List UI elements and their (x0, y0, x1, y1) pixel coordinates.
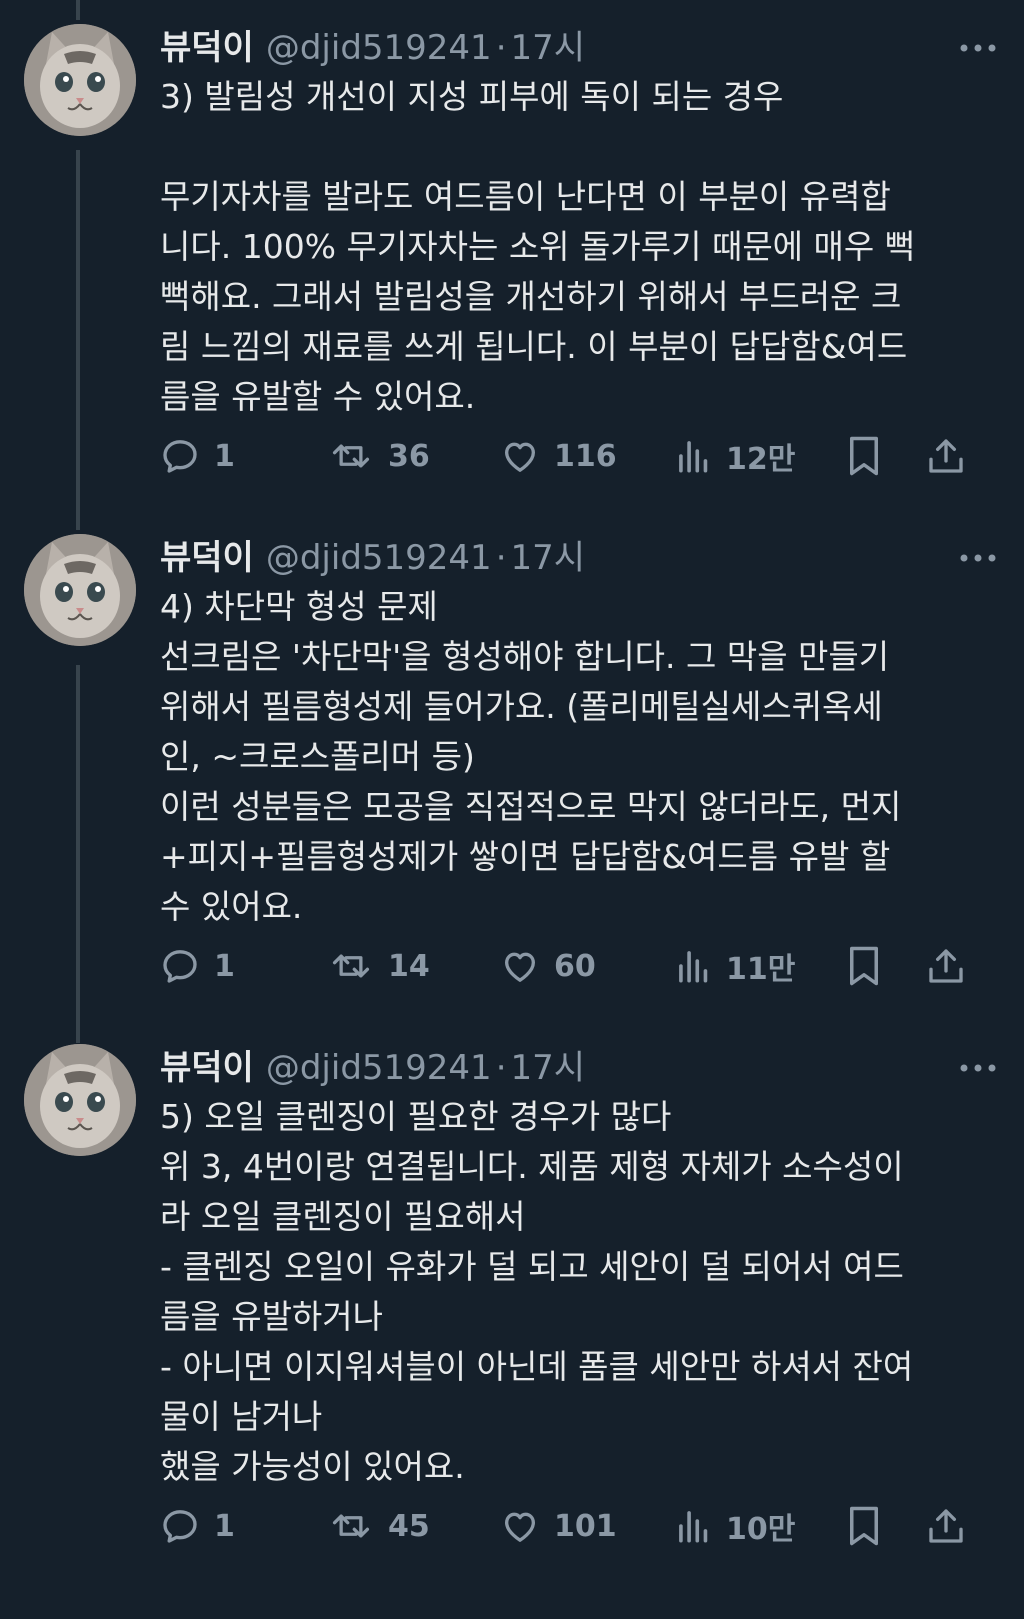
author-handle[interactable]: @djid519241 (266, 24, 492, 72)
bookmark-icon (850, 1506, 878, 1546)
reply-icon (163, 950, 197, 983)
reply-count: 1 (214, 1508, 235, 1544)
more-icon (960, 1064, 996, 1072)
tweet-text: 3) 발림성 개선이 지성 피부에 독이 되는 경우 무기자차를 발라도 여드름… (160, 77, 916, 416)
share-icon (929, 949, 963, 983)
like-count: 116 (554, 438, 617, 474)
bookmark-icon (850, 946, 878, 986)
reply-count: 1 (214, 948, 235, 984)
bookmark-button[interactable] (842, 942, 886, 990)
tweet-header: 뷰덕이 @djid519241 · 17시 (160, 24, 585, 72)
share-button[interactable] (922, 1502, 970, 1550)
reply-count: 1 (214, 438, 235, 474)
views-button[interactable]: 10만 (676, 1502, 795, 1550)
author-name[interactable]: 뷰덕이 (160, 534, 254, 582)
reply-icon (163, 440, 197, 473)
retweet-icon (332, 1514, 370, 1538)
avatar[interactable] (24, 1044, 136, 1156)
avatar[interactable] (24, 534, 136, 646)
view-count: 10만 (726, 1512, 796, 1547)
tweet-text: 4) 차단막 형성 문제 선크림은 '차단막'을 형성해야 합니다. 그 막을 … (160, 587, 902, 926)
like-count: 60 (554, 948, 596, 984)
views-icon (679, 951, 708, 983)
author-name[interactable]: 뷰덕이 (160, 24, 254, 72)
share-button[interactable] (922, 942, 970, 990)
author-handle[interactable]: @djid519241 (266, 534, 492, 582)
views-icon (679, 1511, 708, 1543)
tweet-header: 뷰덕이 @djid519241 · 17시 (160, 1044, 585, 1092)
separator: · (495, 1048, 507, 1088)
author-name[interactable]: 뷰덕이 (160, 1044, 254, 1092)
view-count: 12만 (726, 442, 796, 477)
avatar[interactable] (24, 24, 136, 136)
retweet-count: 45 (388, 1508, 430, 1544)
bookmark-icon (850, 436, 878, 476)
timestamp[interactable]: 17시 (511, 534, 586, 582)
like-icon (505, 952, 535, 982)
action-bar: 1 14 60 11만 (160, 942, 1002, 990)
timestamp[interactable]: 17시 (511, 24, 586, 72)
more-button[interactable] (958, 534, 998, 582)
more-icon (960, 44, 996, 52)
more-icon (960, 554, 996, 562)
action-bar: 1 36 116 12만 (160, 432, 1002, 480)
thread-line (76, 0, 80, 20)
thread-line (76, 150, 80, 530)
more-button[interactable] (958, 1044, 998, 1092)
more-button[interactable] (958, 24, 998, 72)
like-icon (505, 442, 535, 472)
reply-icon (163, 1510, 197, 1543)
share-icon (929, 1509, 963, 1543)
retweet-button[interactable]: 36 (328, 432, 430, 480)
retweet-icon (332, 954, 370, 978)
like-button[interactable]: 116 (500, 432, 617, 480)
thread-line (76, 665, 80, 1043)
author-handle[interactable]: @djid519241 (266, 1044, 492, 1092)
like-icon (505, 1512, 535, 1542)
share-button[interactable] (922, 432, 970, 480)
reply-button[interactable]: 1 (160, 432, 235, 480)
separator: · (495, 538, 507, 578)
retweet-count: 14 (388, 948, 430, 984)
retweet-count: 36 (388, 438, 430, 474)
retweet-button[interactable]: 45 (328, 1502, 430, 1550)
views-button[interactable]: 11만 (676, 942, 795, 990)
like-button[interactable]: 101 (500, 1502, 617, 1550)
views-button[interactable]: 12만 (676, 432, 795, 480)
like-button[interactable]: 60 (500, 942, 596, 990)
views-icon (679, 441, 708, 473)
bookmark-button[interactable] (842, 1502, 886, 1550)
tweet-text: 5) 오일 클렌징이 필요한 경우가 많다 위 3, 4번이랑 연결됩니다. 제… (160, 1097, 914, 1486)
retweet-icon (332, 444, 370, 468)
view-count: 11만 (726, 952, 796, 987)
separator: · (495, 28, 507, 68)
reply-button[interactable]: 1 (160, 942, 235, 990)
timestamp[interactable]: 17시 (511, 1044, 586, 1092)
bookmark-button[interactable] (842, 432, 886, 480)
action-bar: 1 45 101 10만 (160, 1502, 1002, 1550)
tweet-header: 뷰덕이 @djid519241 · 17시 (160, 534, 585, 582)
like-count: 101 (554, 1508, 617, 1544)
share-icon (929, 439, 963, 473)
reply-button[interactable]: 1 (160, 1502, 235, 1550)
retweet-button[interactable]: 14 (328, 942, 430, 990)
